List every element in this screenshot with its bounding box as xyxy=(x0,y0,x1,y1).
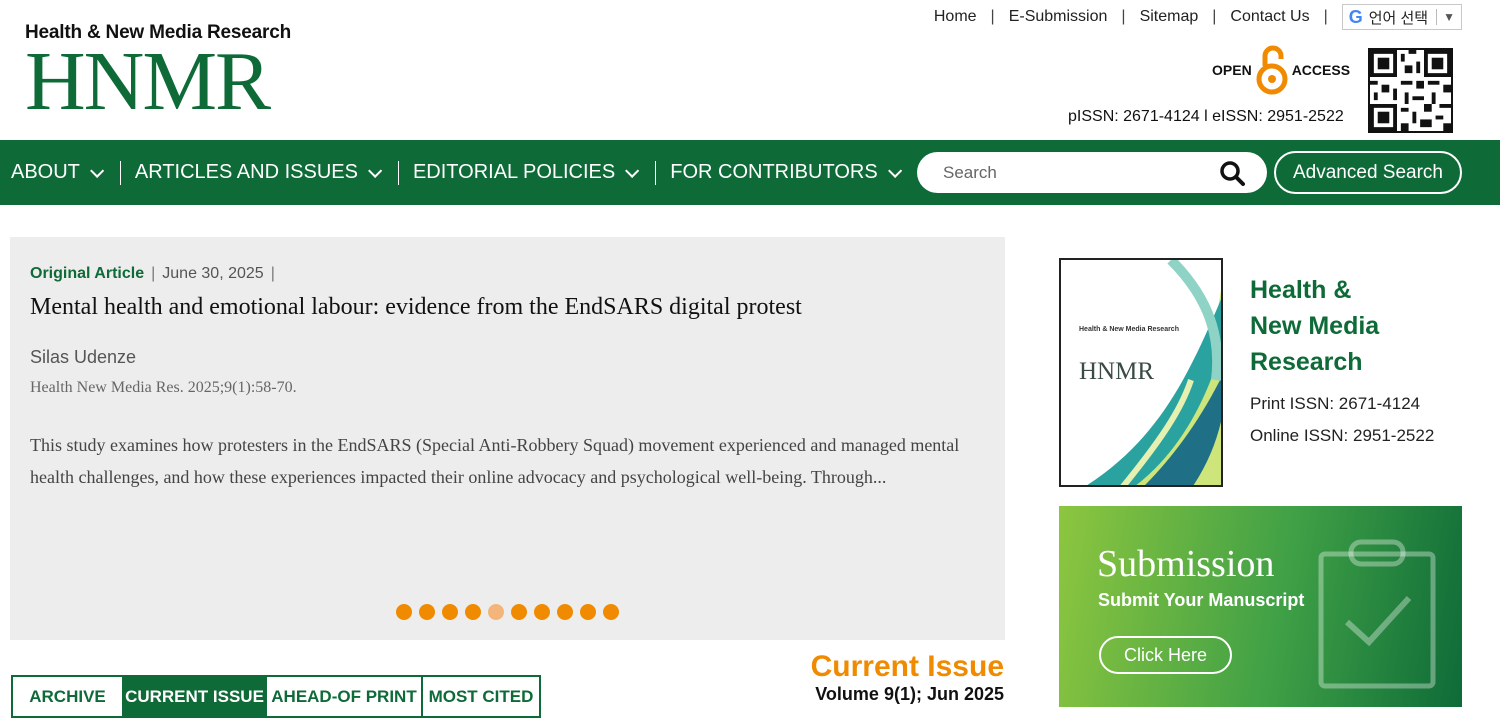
open-access-left: OPEN xyxy=(1212,62,1252,78)
clipboard-check-icon xyxy=(1318,539,1436,689)
qr-code-icon xyxy=(1368,48,1453,133)
slider-dot[interactable] xyxy=(396,604,412,620)
chevron-down-icon xyxy=(887,163,902,178)
top-link-separator: | xyxy=(990,8,995,25)
top-link-e-submission[interactable]: E-Submission xyxy=(1009,8,1108,26)
article-title[interactable]: Mental health and emotional labour: evid… xyxy=(30,294,802,321)
current-issue-heading: Current Issue xyxy=(810,650,1004,683)
article-abstract: This study examines how protesters in th… xyxy=(30,435,960,487)
slider-dot[interactable] xyxy=(580,604,596,620)
nav-item-label: EDITORIAL POLICIES xyxy=(412,161,616,183)
advanced-search-button[interactable]: Advanced Search xyxy=(1274,151,1462,194)
tab-current-issue[interactable]: CURRENT ISSUE xyxy=(124,677,267,716)
journal-title[interactable]: Health & New Media Research xyxy=(1250,272,1390,380)
article-author: Silas Udenze xyxy=(30,347,137,367)
online-issn: Online ISSN: 2951-2522 xyxy=(1250,426,1435,445)
featured-article-slider: Original Article | June 30, 2025 | Menta… xyxy=(10,237,1005,640)
tab-archive[interactable]: ARCHIVE xyxy=(13,677,124,716)
article-citation: Health New Media Res. 2025;9(1):58-70. xyxy=(30,379,297,396)
chevron-down-icon: ▼ xyxy=(1443,10,1455,24)
journal-title-line: New Media xyxy=(1250,312,1380,340)
issn-line: pISSN: 2671-4124 l eISSN: 2951-2522 xyxy=(1068,108,1344,125)
slider-dot[interactable] xyxy=(557,604,573,620)
cover-logo: HNMR xyxy=(1079,358,1155,385)
chevron-down-icon xyxy=(625,163,640,178)
top-link-sitemap[interactable]: Sitemap xyxy=(1140,8,1199,26)
nav-separator xyxy=(119,160,121,185)
slider-dot[interactable] xyxy=(488,604,504,620)
meta-separator: | xyxy=(270,265,275,282)
chevron-down-icon xyxy=(368,163,383,178)
submission-subtitle: Submit Your Manuscript xyxy=(1098,590,1305,610)
chevron-down-icon xyxy=(89,163,105,178)
article-type: Original Article xyxy=(30,265,145,282)
nav-item-articles-and-issues[interactable]: ARTICLES AND ISSUES xyxy=(134,161,383,184)
top-link-separator: | xyxy=(1212,8,1217,25)
cover-subtitle: Health & New Media Research xyxy=(1079,326,1179,333)
article-meta: Original Article | June 30, 2025 | xyxy=(30,265,282,283)
print-issn: Print ISSN: 2671-4124 xyxy=(1250,394,1421,413)
journal-cover[interactable]: Health & New Media Research HNMR xyxy=(1059,258,1223,487)
search-icon[interactable] xyxy=(1219,160,1245,186)
current-issue-volume: Volume 9(1); Jun 2025 xyxy=(815,684,1004,704)
click-here-button[interactable]: Click Here xyxy=(1099,636,1232,674)
nav-item-label: ARTICLES AND ISSUES xyxy=(134,161,358,183)
article-date: June 30, 2025 xyxy=(162,265,264,282)
search-box xyxy=(917,152,1267,193)
slider-dot[interactable] xyxy=(465,604,481,620)
issue-tabs: ARCHIVE CURRENT ISSUE AHEAD-OF PRINT MOS… xyxy=(11,675,541,718)
tab-ahead-of-print[interactable]: AHEAD-OF PRINT xyxy=(267,677,423,716)
language-select-label: 언어 선택 xyxy=(1368,9,1429,27)
nav-item-editorial-policies[interactable]: EDITORIAL POLICIES xyxy=(412,161,640,184)
submission-title: Submission xyxy=(1097,543,1275,585)
top-link-contact-us[interactable]: Contact Us xyxy=(1230,8,1309,26)
slider-dot[interactable] xyxy=(603,604,619,620)
journal-title-line: Health & xyxy=(1250,276,1352,304)
nav-item-for-contributors[interactable]: FOR CONTRIBUTORS xyxy=(670,161,902,184)
slider-dot[interactable] xyxy=(442,604,458,620)
search-input[interactable] xyxy=(943,162,1213,183)
nav-separator xyxy=(655,160,657,185)
nav-item-label: FOR CONTRIBUTORS xyxy=(670,161,878,183)
language-select-divider xyxy=(1436,9,1438,25)
open-lock-icon xyxy=(1256,45,1288,95)
google-icon: G xyxy=(1348,6,1363,27)
nav-item-label: ABOUT xyxy=(11,161,80,183)
brand-logo: HNMR xyxy=(25,35,271,128)
journal-title-line: Research xyxy=(1250,348,1363,376)
nav-separator xyxy=(397,160,399,185)
submission-banner: Submission Submit Your Manuscript Click … xyxy=(1059,506,1462,707)
journal-brand[interactable]: Health & New Media Research HNMR xyxy=(25,22,291,128)
journal-issn: Print ISSN: 2671-4124 Online ISSN: 2951-… xyxy=(1250,388,1434,452)
meta-separator: | xyxy=(151,265,156,282)
top-link-home[interactable]: Home xyxy=(934,8,977,26)
tab-most-cited[interactable]: MOST CITED xyxy=(423,677,539,716)
slider-dot[interactable] xyxy=(534,604,550,620)
nav-item-about[interactable]: ABOUT xyxy=(11,161,105,184)
top-links: Home | E-Submission | Sitemap | Contact … xyxy=(934,4,1462,30)
journal-info: Health & New Media Research Print ISSN: … xyxy=(1250,272,1434,452)
open-access-right: ACCESS xyxy=(1291,62,1351,78)
language-select[interactable]: G 언어 선택 ▼ xyxy=(1341,4,1462,30)
top-link-separator: | xyxy=(1121,8,1126,25)
current-issue-header: Current Issue Volume 9(1); Jun 2025 xyxy=(811,650,1004,705)
open-access-logo: OPEN ACCESS xyxy=(1212,44,1350,96)
slider-dot[interactable] xyxy=(419,604,435,620)
top-link-separator: | xyxy=(1323,8,1328,25)
slider-dot[interactable] xyxy=(511,604,527,620)
slider-pagination xyxy=(396,604,626,620)
